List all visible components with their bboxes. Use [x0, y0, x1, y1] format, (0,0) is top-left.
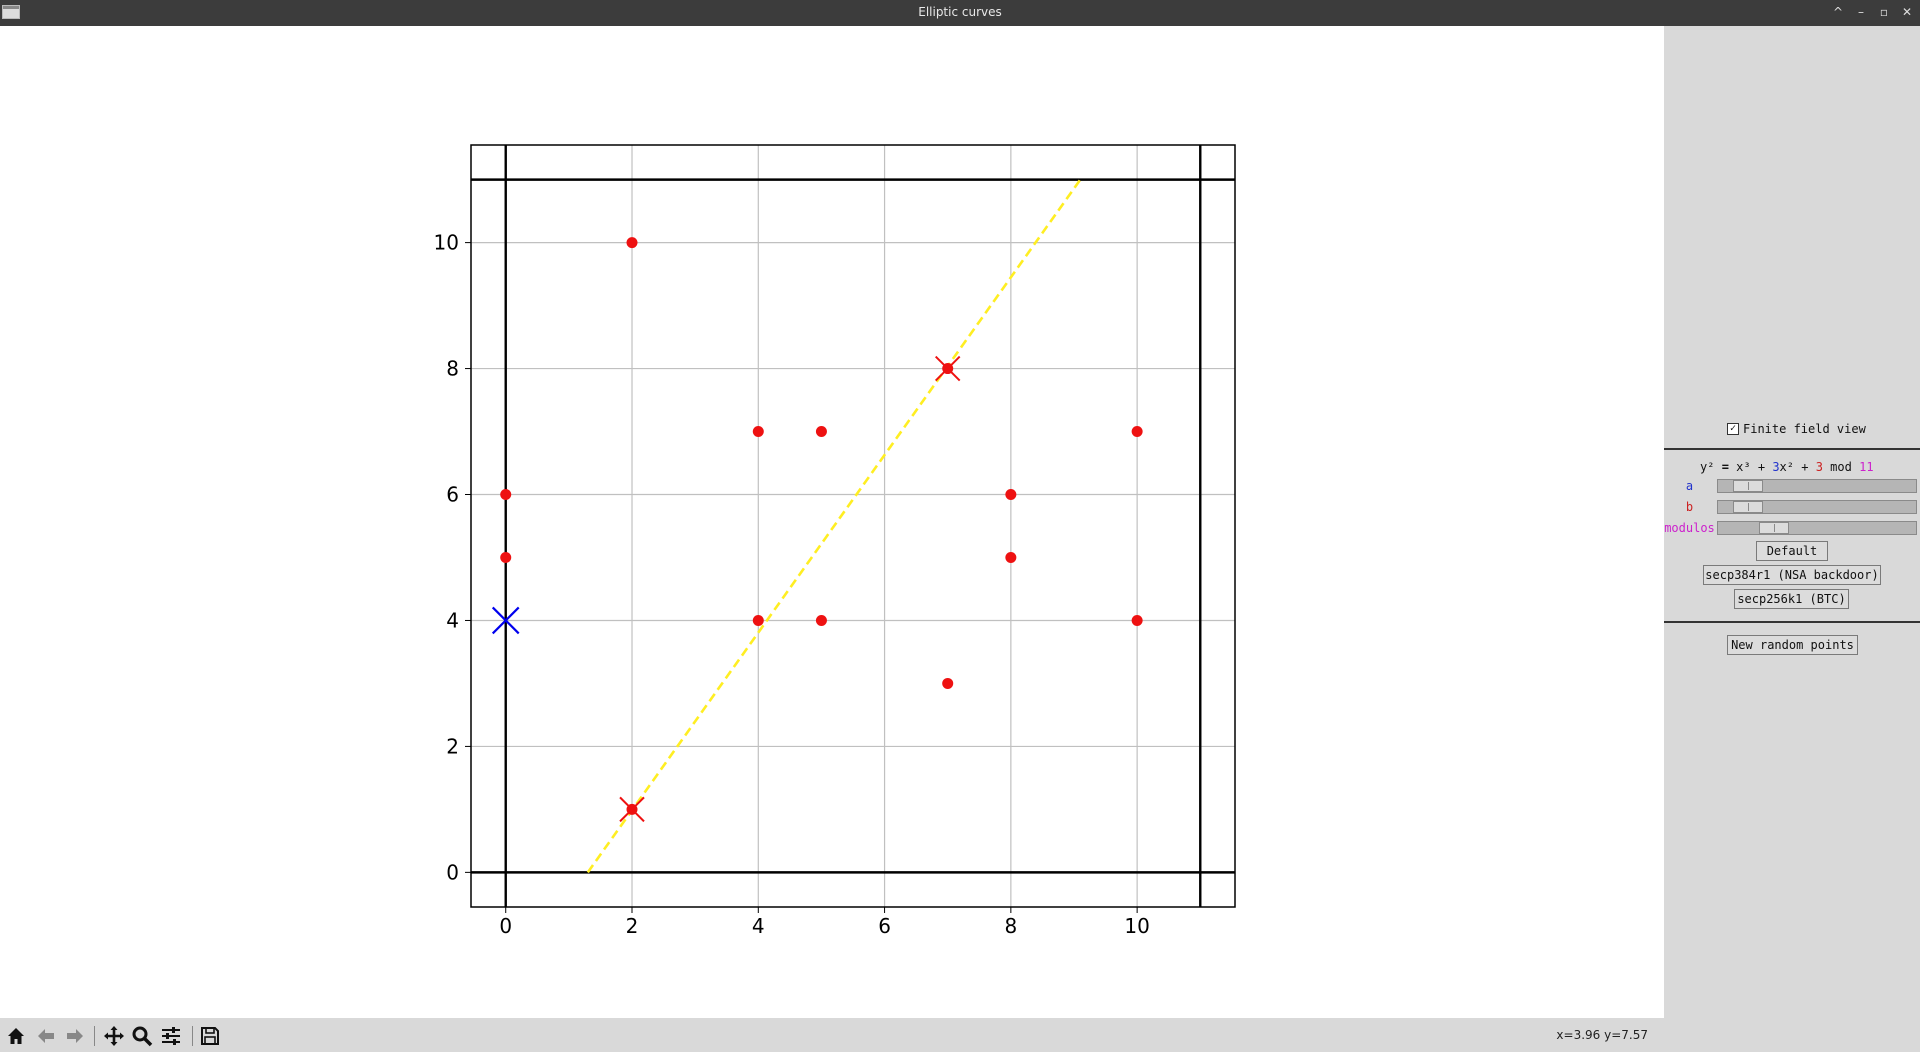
new-random-points-button[interactable]: New random points	[1727, 635, 1858, 655]
curve-equation: y² = x³ + 3x² + 3 mod 11	[1700, 460, 1874, 474]
y-tick-label: 4	[446, 608, 459, 632]
slider-modulos[interactable]	[1717, 521, 1917, 535]
eq-plus-1: +	[1757, 460, 1766, 474]
curve-point	[752, 614, 764, 626]
back-icon[interactable]	[35, 1025, 57, 1047]
x-tick-label: 8	[1004, 914, 1017, 938]
cursor-coordinates: x=3.96 y=7.57	[1556, 1028, 1648, 1042]
slider-a-handle[interactable]	[1733, 480, 1764, 492]
maximize-button[interactable]: ▫	[1875, 4, 1893, 20]
curve-point	[500, 551, 512, 563]
slider-modulos-label: modulos	[1664, 521, 1715, 535]
finite-field-checkbox[interactable]: ✓	[1727, 423, 1739, 435]
curve-point	[500, 489, 512, 501]
secant-line	[586, 178, 1082, 874]
home-icon[interactable]	[5, 1025, 27, 1047]
elliptic-curve-chart[interactable]: 0 2 4 6 8 10 0 2 4 6 8 10	[0, 26, 1664, 1018]
curve-point	[752, 426, 764, 438]
panel-separator	[1664, 448, 1920, 450]
pan-icon[interactable]	[103, 1025, 125, 1047]
secp384r1-button[interactable]: secp384r1 (NSA backdoor)	[1703, 565, 1881, 585]
x-tick-label: 6	[878, 914, 891, 938]
secp256k1-button[interactable]: secp256k1 (BTC)	[1734, 589, 1849, 609]
y-tick-label: 8	[446, 357, 459, 381]
default-button[interactable]: Default	[1756, 541, 1828, 561]
zoom-icon[interactable]	[131, 1025, 153, 1047]
curve-point	[626, 237, 638, 249]
x-tick-label: 2	[626, 914, 639, 938]
curve-point	[942, 677, 954, 689]
y-tick-label: 0	[446, 860, 459, 884]
eq-plus-2: +	[1801, 460, 1809, 474]
save-icon[interactable]	[199, 1025, 221, 1047]
eq-b-value: 3	[1815, 460, 1823, 474]
close-button[interactable]: ✕	[1898, 4, 1916, 20]
slider-b[interactable]	[1717, 500, 1917, 514]
grid-lines	[471, 145, 1235, 907]
configure-icon[interactable]	[160, 1025, 182, 1047]
slider-a[interactable]	[1717, 479, 1917, 493]
forward-icon[interactable]	[64, 1025, 86, 1047]
toolbar-divider	[94, 1026, 95, 1046]
minimize-button[interactable]: –	[1852, 4, 1870, 20]
toolbar-divider	[192, 1026, 193, 1046]
point-markers	[491, 355, 961, 823]
eq-lhs: y²	[1700, 460, 1715, 474]
x-tick-label: 4	[752, 914, 765, 938]
navigation-toolbar: x=3.96 y=7.57	[0, 1018, 1664, 1052]
y-tick-label: 10	[434, 231, 459, 255]
curve-point	[1005, 551, 1017, 563]
finite-field-label: Finite field view	[1743, 422, 1866, 436]
window-titlebar: Elliptic curves ^ – ▫ ✕	[0, 0, 1920, 26]
curve-point	[1131, 426, 1143, 438]
slider-modulos-handle[interactable]	[1758, 522, 1789, 534]
eq-mod: mod	[1830, 460, 1852, 474]
slider-b-handle[interactable]	[1733, 501, 1764, 513]
shade-button[interactable]: ^	[1829, 4, 1847, 20]
curve-point	[815, 426, 827, 438]
eq-x3: x³	[1736, 460, 1751, 474]
eq-a-value: 3	[1772, 460, 1780, 474]
finite-field-toggle[interactable]: ✓ Finite field view	[1727, 422, 1866, 436]
y-tick-label: 6	[446, 483, 459, 507]
axes-frame	[470, 144, 1236, 908]
curve-point	[1131, 614, 1143, 626]
eq-modulus-value: 11	[1859, 460, 1874, 474]
y-tick-label: 2	[446, 734, 459, 758]
field-boundary-lines	[471, 145, 1235, 907]
curve-points	[500, 237, 1143, 815]
window-title: Elliptic curves	[918, 5, 1002, 19]
eq-equals: =	[1721, 460, 1729, 474]
slider-a-label: a	[1685, 479, 1694, 493]
x-tick-label: 10	[1124, 914, 1149, 938]
curve-point	[815, 614, 827, 626]
eq-x2: x²	[1779, 460, 1794, 474]
panel-separator	[1664, 621, 1920, 623]
slider-b-label: b	[1685, 500, 1694, 514]
curve-point	[1005, 489, 1017, 501]
plot-canvas[interactable]: 0 2 4 6 8 10 0 2 4 6 8 10	[0, 26, 1664, 1018]
control-panel: ✓ Finite field view y² = x³ + 3x² + 3 mo…	[1664, 26, 1920, 1052]
x-tick-label: 0	[499, 914, 512, 938]
